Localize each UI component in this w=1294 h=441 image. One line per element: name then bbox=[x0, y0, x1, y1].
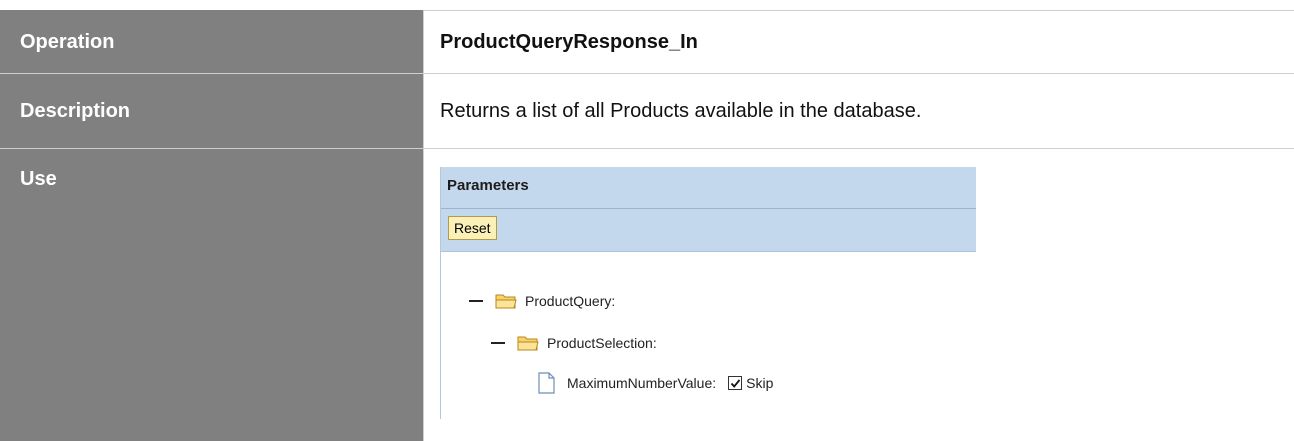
tree-node-maximum-number-value: MaximumNumberValue: Skip bbox=[537, 371, 773, 395]
folder-open-icon bbox=[495, 294, 517, 309]
tree-node-product-selection[interactable]: ProductSelection: bbox=[491, 331, 657, 355]
row-label: Operation bbox=[0, 10, 424, 74]
use-cell: Parameters Reset ProductQuery: ProductSe… bbox=[424, 149, 1294, 441]
tree-node-label: ProductSelection: bbox=[547, 335, 657, 351]
row-label: Use bbox=[0, 149, 424, 441]
collapse-icon[interactable] bbox=[491, 342, 505, 344]
row-label: Description bbox=[0, 74, 424, 149]
reset-button[interactable]: Reset bbox=[448, 216, 497, 240]
tree-node-label: ProductQuery: bbox=[525, 293, 616, 309]
parameters-toolbar: Reset bbox=[441, 209, 976, 252]
parameters-header: Parameters bbox=[441, 167, 976, 209]
skip-checkbox[interactable] bbox=[728, 376, 743, 390]
collapse-icon[interactable] bbox=[469, 300, 483, 302]
parameters-panel: Parameters Reset ProductQuery: ProductSe… bbox=[440, 167, 976, 419]
table-row-use: Use Parameters Reset ProductQuery: Produ… bbox=[0, 149, 1294, 441]
operation-name: ProductQueryResponse_In bbox=[424, 10, 1294, 74]
description-text: Returns a list of all Products available… bbox=[424, 74, 1294, 149]
table-row-operation: Operation ProductQueryResponse_In bbox=[0, 10, 1294, 74]
tree-node-product-query[interactable]: ProductQuery: bbox=[469, 289, 615, 313]
table-row-description: Description Returns a list of all Produc… bbox=[0, 74, 1294, 149]
folder-open-icon bbox=[517, 336, 539, 351]
skip-checkbox-label[interactable]: Skip bbox=[746, 375, 773, 391]
checkmark-icon bbox=[730, 378, 740, 388]
tree-node-label: MaximumNumberValue: bbox=[567, 375, 717, 391]
document-icon bbox=[538, 372, 555, 394]
documentation-table: Operation ProductQueryResponse_In Descri… bbox=[0, 10, 1294, 441]
